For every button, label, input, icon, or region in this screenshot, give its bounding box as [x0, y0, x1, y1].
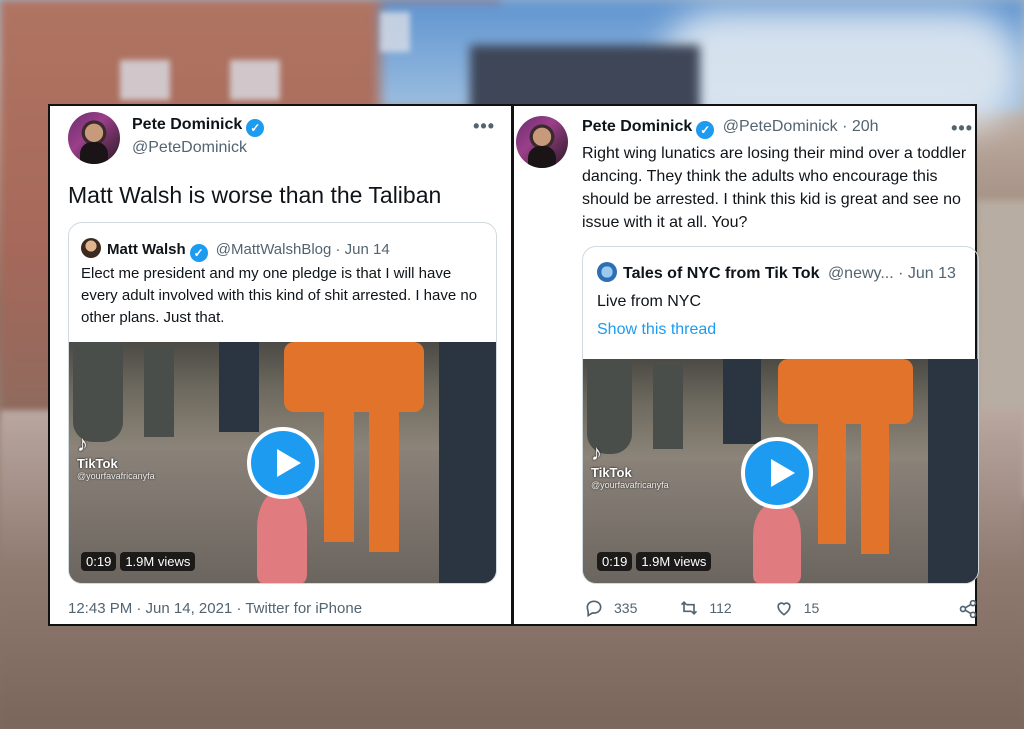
reply-button[interactable]: 335	[584, 598, 637, 618]
tweet-card-right[interactable]: Pete Dominick ✓ @PeteDominick · 20h ••• R…	[512, 104, 979, 626]
play-button[interactable]	[247, 427, 319, 499]
verified-badge-icon: ✓	[696, 121, 715, 139]
quoted-avatar	[597, 262, 617, 282]
tweet-timestamp[interactable]: 12:43 PM · Jun 14, 2021 · Twitter for iP…	[68, 600, 362, 617]
retweet-button[interactable]: 112	[679, 598, 732, 618]
tweet-actions: 335 112 15	[584, 598, 861, 618]
quoted-header: Matt Walsh ✓ @MattWalshBlog · Jun 14	[81, 238, 390, 262]
tweet-text: Matt Walsh is worse than the Taliban	[68, 182, 442, 208]
author-block: Pete Dominick ✓ @PeteDominick · 20h	[582, 118, 879, 139]
verified-badge-icon: ✓	[246, 119, 265, 137]
quoted-author-name: Tales of NYC from Tik Tok	[623, 265, 820, 282]
tweet-card-left[interactable]: Pete Dominick ✓ @PeteDominick ••• Matt Wa…	[48, 104, 513, 626]
video-views: 1.9M views	[636, 552, 712, 571]
quoted-meta: @newy... · Jun 13	[827, 265, 956, 282]
tiktok-watermark: ♪ TikTok @yourfavafricanyfa	[77, 431, 155, 482]
video-duration: 0:19	[597, 552, 633, 571]
quoted-avatar	[81, 238, 101, 258]
tiktok-user: @yourfavafricanyfa	[591, 480, 669, 490]
verified-badge-icon: ✓	[189, 244, 208, 262]
tiktok-icon: ♪	[591, 440, 602, 465]
author-meta[interactable]: @PeteDominick · 20h	[723, 118, 879, 135]
quoted-header: Tales of NYC from Tik Tok @newy... · Jun…	[597, 262, 956, 283]
like-button[interactable]: 15	[774, 598, 820, 618]
tiktok-user: @yourfavafricanyfa	[77, 471, 155, 481]
more-options-icon[interactable]: •••	[951, 118, 973, 139]
share-icon[interactable]	[958, 599, 978, 619]
heart-icon	[777, 602, 791, 616]
quoted-author-name: Matt Walsh	[107, 241, 186, 258]
play-button[interactable]	[741, 437, 813, 509]
show-thread-link[interactable]: Show this thread	[597, 318, 716, 341]
author-block: Pete Dominick ✓ @PeteDominick	[132, 116, 265, 157]
author-name[interactable]: Pete Dominick	[132, 116, 242, 133]
video-views: 1.9M views	[120, 552, 196, 571]
video-duration: 0:19	[81, 552, 117, 571]
author-name[interactable]: Pete Dominick	[582, 118, 692, 135]
retweet-count: 112	[709, 600, 732, 616]
avatar[interactable]	[516, 116, 568, 168]
quoted-text: Elect me president and my one pledge is …	[81, 265, 478, 326]
quoted-tweet[interactable]: Tales of NYC from Tik Tok @newy... · Jun…	[582, 246, 979, 584]
avatar[interactable]	[68, 112, 120, 164]
reply-icon	[586, 600, 602, 617]
quoted-meta: @MattWalshBlog · Jun 14	[215, 241, 390, 258]
quoted-text: Live from NYC	[597, 293, 702, 310]
video-player[interactable]: ♪ TikTok @yourfavafricanyfa 0:19 1.9M vi…	[69, 342, 496, 583]
more-options-icon[interactable]: •••	[473, 116, 495, 137]
tiktok-icon: ♪	[77, 431, 88, 456]
tiktok-watermark: ♪ TikTok @yourfavafricanyfa	[591, 440, 669, 491]
video-badges: 0:19 1.9M views	[81, 552, 196, 571]
tweet-text: Right wing lunatics are losing their min…	[582, 145, 967, 231]
quoted-tweet[interactable]: Matt Walsh ✓ @MattWalshBlog · Jun 14 Elec…	[68, 222, 497, 584]
video-badges: 0:19 1.9M views	[597, 552, 712, 571]
video-player[interactable]: ♪ TikTok @yourfavafricanyfa 0:19 1.9M vi…	[583, 359, 978, 583]
retweet-icon	[681, 600, 698, 616]
tiktok-brand: TikTok	[77, 456, 118, 471]
author-handle[interactable]: @PeteDominick	[132, 139, 264, 157]
reply-count: 335	[614, 600, 638, 616]
tiktok-brand: TikTok	[591, 465, 632, 480]
like-count: 15	[803, 600, 820, 616]
